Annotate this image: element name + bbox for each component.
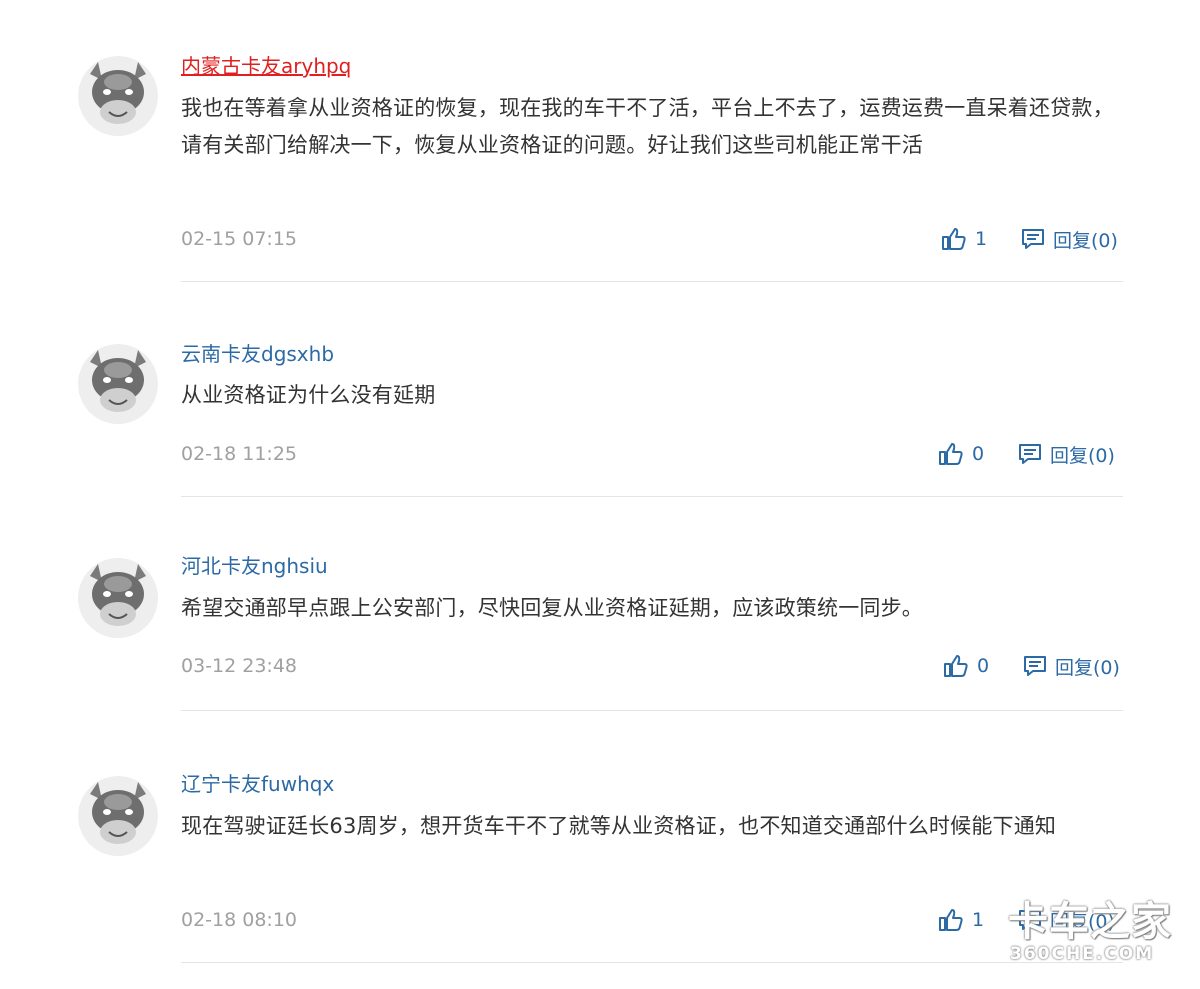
like-button[interactable]: 1 bbox=[938, 905, 984, 935]
comment-time: 02-18 11:25 bbox=[181, 443, 298, 465]
thumbs-up-icon bbox=[939, 909, 963, 931]
reply-button[interactable]: 回复(0) bbox=[1018, 439, 1115, 469]
thumbs-up-icon bbox=[942, 228, 966, 250]
comment-username[interactable]: 内蒙古卡友aryhpq bbox=[181, 52, 351, 80]
reply-label: 回复(0) bbox=[1055, 656, 1120, 679]
watermark-brand: 卡车之家 bbox=[1008, 899, 1172, 945]
cow-avatar-icon[interactable] bbox=[76, 770, 160, 860]
comment-icon bbox=[1022, 229, 1044, 249]
like-button[interactable]: 0 bbox=[943, 651, 989, 681]
like-count: 1 bbox=[975, 228, 988, 250]
comment-divider bbox=[181, 710, 1123, 711]
watermark-domain: 360CHE.COM bbox=[1010, 944, 1155, 964]
like-count: 0 bbox=[977, 655, 990, 677]
comment-text: 我也在等着拿从业资格证的恢复，现在我的车干不了活，平台上不去了，运费运费一直呆着… bbox=[181, 96, 1114, 157]
thumbs-up-icon bbox=[944, 655, 968, 677]
comment-divider bbox=[181, 496, 1123, 497]
brand-watermark: 卡车之家 360CHE.COM bbox=[1008, 900, 1178, 968]
comment-text: 现在驾驶证廷长63周岁，想开货车干不了就等从业资格证，也不知道交通部什么时候能下… bbox=[181, 814, 1057, 838]
comment-username[interactable]: 河北卡友nghsiu bbox=[181, 552, 328, 580]
comment-time: 02-15 07:15 bbox=[181, 228, 298, 250]
comment-username[interactable]: 云南卡友dgsxhb bbox=[181, 340, 334, 368]
cow-avatar-icon[interactable] bbox=[76, 50, 160, 140]
reply-button[interactable]: 回复(0) bbox=[1023, 651, 1120, 681]
cow-avatar-icon[interactable] bbox=[76, 552, 160, 642]
thumbs-up-icon bbox=[939, 443, 963, 465]
like-count: 1 bbox=[972, 909, 985, 931]
comment-username[interactable]: 辽宁卡友fuwhqx bbox=[181, 770, 334, 798]
cow-avatar-icon[interactable] bbox=[76, 338, 160, 428]
comment-time: 03-12 23:48 bbox=[181, 655, 298, 677]
like-button[interactable]: 0 bbox=[938, 439, 984, 469]
comment-divider bbox=[181, 962, 1123, 963]
reply-label: 回复(0) bbox=[1050, 444, 1115, 467]
comment-text: 从业资格证为什么没有延期 bbox=[181, 383, 436, 407]
like-button[interactable]: 1 bbox=[941, 224, 987, 254]
comment-time: 02-18 08:10 bbox=[181, 909, 298, 931]
comment-icon bbox=[1024, 656, 1046, 676]
reply-label: 回复(0) bbox=[1053, 229, 1118, 252]
comment-icon bbox=[1019, 444, 1041, 464]
reply-button[interactable]: 回复(0) bbox=[1021, 224, 1118, 254]
comment-text: 希望交通部早点跟上公安部门，尽快回复从业资格证延期，应该政策统一同步。 bbox=[181, 596, 923, 620]
comment-divider bbox=[181, 281, 1123, 282]
like-count: 0 bbox=[972, 443, 985, 465]
